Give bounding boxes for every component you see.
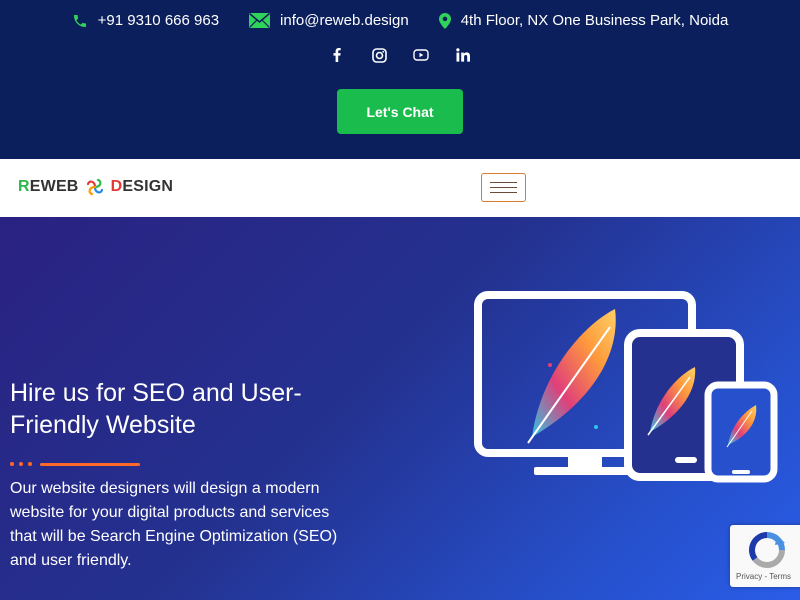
responsive-devices-illustration [474, 291, 778, 483]
hero-description: Our website designers will design a mode… [10, 480, 338, 569]
contact-phone[interactable]: +91 9310 666 963 [72, 12, 219, 29]
menu-toggle-button[interactable] [481, 173, 526, 202]
top-contact-bar: +91 9310 666 963 info@reweb.design 4th F… [0, 0, 800, 159]
email-address: info@reweb.design [280, 12, 409, 29]
linkedin-link[interactable] [455, 44, 471, 66]
youtube-icon [413, 49, 429, 61]
instagram-icon [371, 47, 387, 63]
hero-section: Hire us for SEO and User-Friendly Websit… [0, 217, 800, 600]
envelope-icon [249, 13, 271, 28]
terms-link[interactable]: Terms [769, 572, 791, 581]
site-logo[interactable]: R EWEB D ESIGN [18, 177, 173, 197]
hamburger-line [490, 182, 517, 183]
instagram-link[interactable] [371, 44, 387, 66]
facebook-link[interactable] [329, 44, 345, 66]
logo-letter-r: R [18, 178, 30, 195]
office-address: 4th Floor, NX One Business Park, Noida [460, 12, 729, 29]
map-pin-icon [438, 12, 451, 29]
recaptcha-icon [749, 532, 785, 568]
phone-number: +91 9310 666 963 [97, 12, 220, 29]
contact-info-row: +91 9310 666 963 info@reweb.design 4th F… [0, 12, 800, 29]
hero-title: Hire us for SEO and User-Friendly Websit… [10, 379, 302, 439]
contact-address[interactable]: 4th Floor, NX One Business Park, Noida [438, 12, 729, 29]
hamburger-line [490, 192, 517, 193]
logo-swirl-icon [86, 178, 103, 196]
phone-device-icon [704, 381, 778, 483]
social-links [0, 44, 800, 66]
logo-letter-d: D [110, 178, 123, 195]
phone-icon [73, 14, 86, 27]
linkedin-icon [456, 48, 470, 62]
recaptcha-links: Privacy - Terms [736, 572, 791, 581]
recaptcha-badge[interactable]: Privacy - Terms [730, 525, 800, 587]
facebook-icon [333, 48, 341, 62]
feather-icon [527, 309, 616, 444]
youtube-link[interactable] [413, 44, 429, 66]
privacy-link[interactable]: Privacy [736, 572, 762, 581]
contact-email[interactable]: info@reweb.design [249, 12, 409, 29]
hamburger-line [490, 187, 517, 188]
logo-word-esign: ESIGN [122, 178, 174, 195]
logo-word-eweb: EWEB [29, 178, 79, 195]
title-divider [10, 462, 140, 466]
main-navbar: R EWEB D ESIGN [0, 159, 800, 217]
lets-chat-button[interactable]: Let's Chat [337, 89, 463, 134]
